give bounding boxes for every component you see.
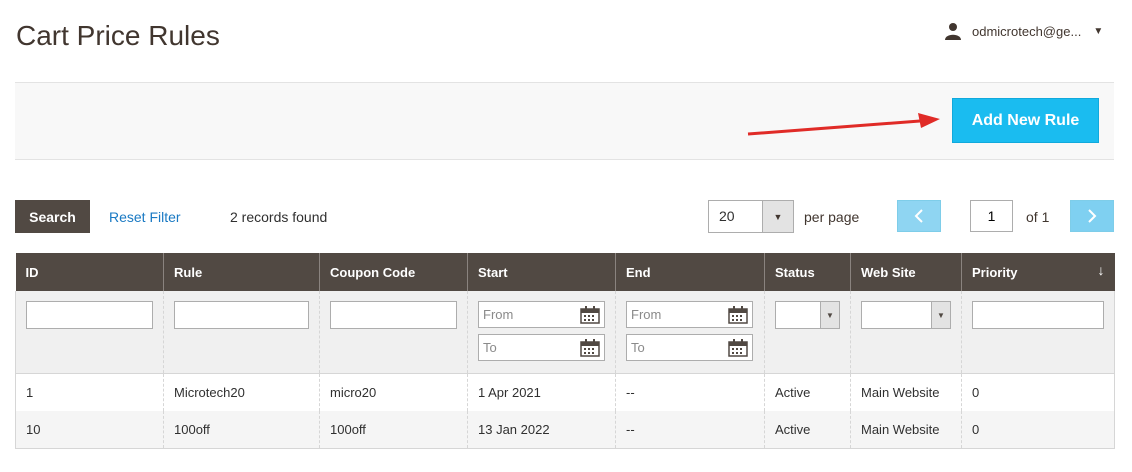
start-to-date-input[interactable]: To bbox=[478, 334, 605, 361]
chevron-down-icon: ▼ bbox=[820, 302, 839, 328]
column-header-rule[interactable]: Rule bbox=[163, 253, 320, 291]
end-to-date-input[interactable]: To bbox=[626, 334, 753, 361]
chevron-down-icon: ▼ bbox=[1093, 25, 1104, 37]
reset-filter-link[interactable]: Reset Filter bbox=[109, 209, 181, 225]
column-header-website[interactable]: Web Site bbox=[850, 253, 962, 291]
column-header-status[interactable]: Status bbox=[764, 253, 851, 291]
per-page-select[interactable]: 20 ▼ bbox=[708, 200, 794, 233]
user-icon bbox=[945, 23, 961, 40]
cell-id: 1 bbox=[15, 373, 164, 411]
cell-website: Main Website bbox=[850, 373, 962, 411]
user-account-menu[interactable]: odmicrotech@ge... ▼ bbox=[944, 22, 1103, 40]
filter-row: From To From To ▼ ▼ bbox=[15, 291, 1115, 374]
calendar-icon[interactable] bbox=[728, 338, 748, 357]
coupon-code-filter-input[interactable] bbox=[330, 301, 457, 329]
end-from-placeholder: From bbox=[631, 307, 662, 322]
cell-rule: Microtech20 bbox=[163, 373, 320, 411]
page-title: Cart Price Rules bbox=[16, 20, 220, 51]
cell-rule: 100off bbox=[163, 411, 320, 449]
column-header-priority[interactable]: Priority ↓ bbox=[961, 253, 1115, 291]
page-actions-bar: Add New Rule bbox=[15, 82, 1114, 160]
column-header-id[interactable]: ID bbox=[15, 253, 164, 291]
cell-id: 10 bbox=[15, 411, 164, 449]
next-page-button[interactable] bbox=[1070, 200, 1114, 232]
start-from-placeholder: From bbox=[483, 307, 514, 322]
column-header-end[interactable]: End bbox=[615, 253, 765, 291]
chevron-right-icon bbox=[1088, 209, 1097, 223]
cell-start: 1 Apr 2021 bbox=[467, 373, 616, 411]
end-from-date-input[interactable]: From bbox=[626, 301, 753, 328]
search-button[interactable]: Search bbox=[15, 200, 90, 233]
grid-toolbar: Search Reset Filter 2 records found 20 ▼… bbox=[15, 200, 1114, 234]
cell-priority: 0 bbox=[961, 411, 1115, 449]
annotation-arrow-icon bbox=[747, 113, 940, 136]
page-number-input[interactable] bbox=[970, 200, 1013, 232]
previous-page-button[interactable] bbox=[897, 200, 941, 232]
column-header-coupon-code[interactable]: Coupon Code bbox=[319, 253, 468, 291]
per-page-label: per page bbox=[804, 209, 860, 225]
add-new-rule-button[interactable]: Add New Rule bbox=[952, 98, 1099, 143]
user-name: odmicrotech@ge... bbox=[972, 23, 1082, 39]
cell-status: Active bbox=[764, 373, 851, 411]
id-filter-input[interactable] bbox=[26, 301, 153, 329]
calendar-icon[interactable] bbox=[728, 305, 748, 324]
calendar-icon[interactable] bbox=[580, 305, 600, 324]
cell-status: Active bbox=[764, 411, 851, 449]
start-to-placeholder: To bbox=[483, 340, 497, 355]
website-filter-select[interactable]: ▼ bbox=[861, 301, 951, 329]
records-count: 2 records found bbox=[230, 209, 328, 225]
column-header-start[interactable]: Start bbox=[467, 253, 616, 291]
chevron-left-icon bbox=[914, 209, 923, 223]
chevron-down-icon: ▼ bbox=[931, 302, 950, 328]
start-from-date-input[interactable]: From bbox=[478, 301, 605, 328]
grid-header-row: ID Rule Coupon Code Start End Status Web… bbox=[15, 253, 1115, 291]
cell-coupon: micro20 bbox=[319, 373, 468, 411]
cell-end: -- bbox=[615, 373, 765, 411]
priority-filter-input[interactable] bbox=[972, 301, 1104, 329]
cell-priority: 0 bbox=[961, 373, 1115, 411]
cart-rules-grid: ID Rule Coupon Code Start End Status Web… bbox=[15, 253, 1115, 449]
chevron-down-icon: ▼ bbox=[762, 201, 793, 232]
cell-website: Main Website bbox=[850, 411, 962, 449]
page-total: of 1 bbox=[1026, 209, 1050, 225]
per-page-value: 20 bbox=[719, 208, 735, 224]
column-header-priority-label: Priority bbox=[972, 264, 1018, 280]
rule-filter-input[interactable] bbox=[174, 301, 309, 329]
table-row[interactable]: 10 100off 100off 13 Jan 2022 -- Active M… bbox=[15, 411, 1115, 449]
calendar-icon[interactable] bbox=[580, 338, 600, 357]
cell-coupon: 100off bbox=[319, 411, 468, 449]
sort-arrow-icon: ↓ bbox=[1097, 262, 1105, 278]
cell-end: -- bbox=[615, 411, 765, 449]
status-filter-select[interactable]: ▼ bbox=[775, 301, 840, 329]
cell-start: 13 Jan 2022 bbox=[467, 411, 616, 449]
end-to-placeholder: To bbox=[631, 340, 645, 355]
table-row[interactable]: 1 Microtech20 micro20 1 Apr 2021 -- Acti… bbox=[15, 373, 1115, 411]
